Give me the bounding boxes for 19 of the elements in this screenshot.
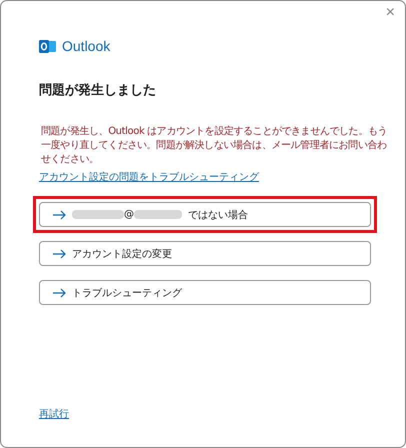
blurred-text [72, 210, 124, 219]
close-button[interactable]: × [382, 4, 399, 22]
arrow-icon [52, 210, 66, 220]
option-button[interactable]: @ ではない場合 [39, 202, 371, 227]
arrow-icon [52, 288, 66, 298]
app-name: Outlook [62, 38, 110, 54]
retry-link[interactable]: 再試行 [39, 407, 69, 421]
option-label: トラブルシューティング [72, 286, 182, 300]
option-label: ではない場合 [188, 208, 248, 222]
at-sign: @ [124, 209, 134, 220]
option-button[interactable]: アカウント設定の変更 [39, 241, 371, 266]
blurred-text [134, 210, 182, 219]
arrow-icon [52, 248, 66, 258]
option-button[interactable]: トラブルシューティング [39, 280, 371, 305]
outlook-logo-icon [39, 38, 56, 54]
error-message: 問題が発生し、Outlook はアカウントを設定することができませんでした。もう一度やり直してください。問題が解決しない場合は、メール管理者にお問い合わせください。 [41, 125, 388, 167]
option-label: アカウント設定の変更 [72, 248, 172, 260]
dialog-title: 問題が発生しました [39, 82, 157, 99]
troubleshoot-link[interactable]: アカウント設定の問題をトラブルシューティング [39, 170, 259, 184]
